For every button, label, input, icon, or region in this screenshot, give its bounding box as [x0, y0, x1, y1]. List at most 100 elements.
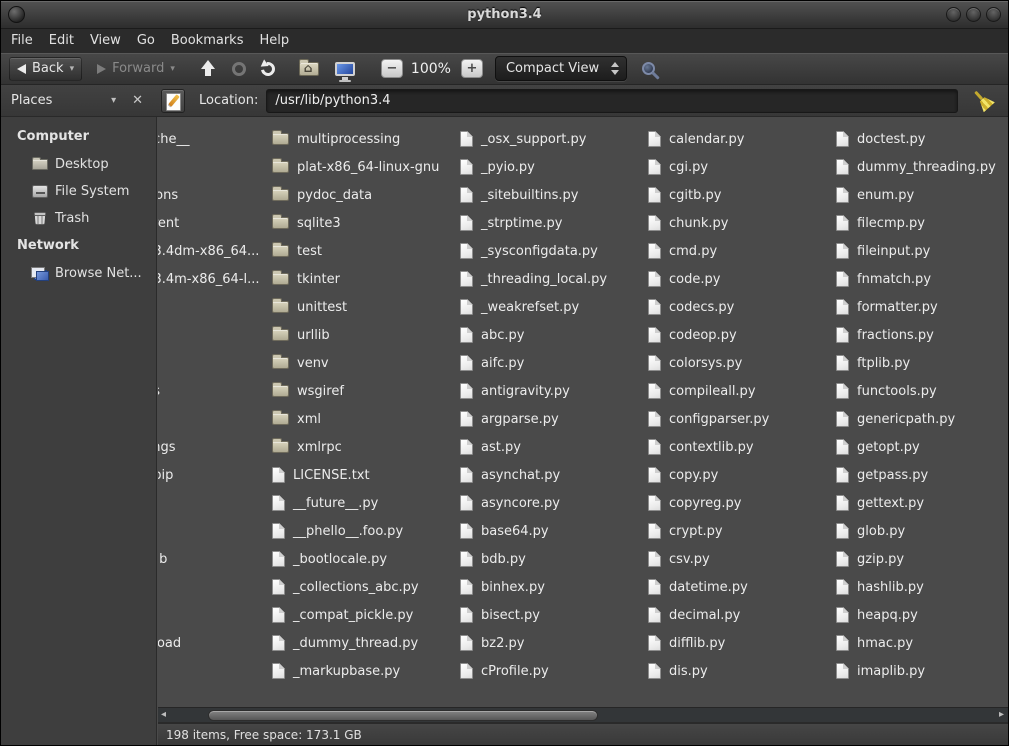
file-item[interactable]: bisect.py: [460, 601, 650, 629]
file-item[interactable]: argparse.py: [460, 405, 650, 433]
file-item[interactable]: xmlrpc: [272, 433, 462, 461]
file-item[interactable]: lib-dynload: [158, 629, 274, 657]
file-item[interactable]: _bootlocale.py: [272, 545, 462, 573]
file-item[interactable]: LICENSE.txt: [272, 461, 462, 489]
sidebar-item-trash[interactable]: Trash: [1, 205, 156, 232]
file-item[interactable]: getpass.py: [836, 461, 1008, 489]
file-item[interactable]: genericpath.py: [836, 405, 1008, 433]
file-item[interactable]: plat-x86_64-linux-gnu: [272, 153, 462, 181]
file-item[interactable]: copy.py: [648, 461, 838, 489]
file-item[interactable]: __pycache__: [158, 125, 274, 153]
file-item[interactable]: abc.py: [460, 321, 650, 349]
file-item[interactable]: _sitebuiltins.py: [460, 181, 650, 209]
file-item[interactable]: hashlib.py: [836, 573, 1008, 601]
file-item[interactable]: functools.py: [836, 377, 1008, 405]
computer-button[interactable]: [335, 62, 355, 76]
spinner-icon[interactable]: [611, 62, 619, 75]
edit-location-button[interactable]: [161, 89, 185, 113]
file-item[interactable]: heapq.py: [836, 601, 1008, 629]
menu-go[interactable]: Go: [129, 29, 163, 53]
minimize-button[interactable]: [946, 7, 961, 22]
file-item[interactable]: ast.py: [460, 433, 650, 461]
file-item[interactable]: venv: [272, 349, 462, 377]
file-item[interactable]: ensurepip: [158, 461, 274, 489]
file-item[interactable]: _threading_local.py: [460, 265, 650, 293]
sidebar-item-file-system[interactable]: File System: [1, 178, 156, 205]
file-item[interactable]: filecmp.py: [836, 209, 1008, 237]
file-item[interactable]: datetime.py: [648, 573, 838, 601]
menu-file[interactable]: File: [3, 29, 41, 53]
file-item[interactable]: __phello__.foo.py: [272, 517, 462, 545]
stop-button[interactable]: [232, 62, 246, 76]
file-item[interactable]: _weakrefset.py: [460, 293, 650, 321]
file-item[interactable]: copyreg.py: [648, 489, 838, 517]
maximize-button[interactable]: [966, 7, 981, 22]
file-item[interactable]: dbm: [158, 349, 274, 377]
file-item[interactable]: pydoc_data: [272, 181, 462, 209]
file-item[interactable]: cgitb.py: [648, 181, 838, 209]
file-item[interactable]: colorsys.py: [648, 349, 838, 377]
menu-view[interactable]: View: [82, 29, 129, 53]
file-item[interactable]: importlib: [158, 545, 274, 573]
forward-button[interactable]: Forward ▾: [90, 57, 182, 81]
file-item[interactable]: contextlib.py: [648, 433, 838, 461]
zoom-out-button[interactable]: −: [381, 59, 403, 78]
file-item[interactable]: lib2to3: [158, 601, 274, 629]
file-item[interactable]: logging: [158, 657, 274, 685]
file-item[interactable]: _compat_pickle.py: [272, 601, 462, 629]
file-item[interactable]: gzip.py: [836, 545, 1008, 573]
file-item[interactable]: difflib.py: [648, 629, 838, 657]
places-close-icon[interactable]: ✕: [132, 93, 143, 108]
file-item[interactable]: json: [158, 573, 274, 601]
view-mode-dropdown[interactable]: Compact View: [495, 56, 627, 81]
file-item[interactable]: multiprocessing: [272, 125, 462, 153]
clear-location-icon[interactable]: [965, 82, 1002, 119]
file-item[interactable]: tkinter: [272, 265, 462, 293]
file-item[interactable]: _dummy_thread.py: [272, 629, 462, 657]
file-item[interactable]: codeop.py: [648, 321, 838, 349]
file-item[interactable]: _markupbase.py: [272, 657, 462, 685]
file-item[interactable]: _collections_abc.py: [272, 573, 462, 601]
file-item[interactable]: aifc.py: [460, 349, 650, 377]
scrollbar-thumb[interactable]: [208, 710, 598, 721]
scroll-right-icon[interactable]: ▸: [999, 708, 1004, 722]
file-item[interactable]: hmac.py: [836, 629, 1008, 657]
file-item[interactable]: doctest.py: [836, 125, 1008, 153]
file-item[interactable]: bdb.py: [460, 545, 650, 573]
file-item[interactable]: _sysconfigdata.py: [460, 237, 650, 265]
file-item[interactable]: concurrent: [158, 209, 274, 237]
up-button[interactable]: [198, 59, 218, 79]
close-button[interactable]: [986, 7, 1001, 22]
file-item[interactable]: cProfile.py: [460, 657, 650, 685]
file-item[interactable]: decimal.py: [648, 601, 838, 629]
search-icon[interactable]: [642, 62, 655, 75]
places-dropdown-icon[interactable]: ▾: [111, 95, 116, 106]
sidebar-item-desktop[interactable]: Desktop: [1, 151, 156, 178]
file-item[interactable]: html: [158, 489, 274, 517]
file-item[interactable]: _osx_support.py: [460, 125, 650, 153]
file-item[interactable]: urllib: [272, 321, 462, 349]
file-item[interactable]: imaplib.py: [836, 657, 1008, 685]
back-button[interactable]: Back ▾: [9, 57, 82, 81]
file-item[interactable]: code.py: [648, 265, 838, 293]
file-item[interactable]: dis.py: [648, 657, 838, 685]
file-item[interactable]: asyncio: [158, 153, 274, 181]
file-item[interactable]: bz2.py: [460, 629, 650, 657]
menu-help[interactable]: Help: [251, 29, 297, 53]
file-item[interactable]: fileinput.py: [836, 237, 1008, 265]
file-item[interactable]: asynchat.py: [460, 461, 650, 489]
file-item[interactable]: formatter.py: [836, 293, 1008, 321]
file-item[interactable]: ctypes: [158, 293, 274, 321]
file-item[interactable]: binhex.py: [460, 573, 650, 601]
menu-edit[interactable]: Edit: [41, 29, 82, 53]
file-item[interactable]: crypt.py: [648, 517, 838, 545]
file-item[interactable]: encodings: [158, 433, 274, 461]
file-item[interactable]: configparser.py: [648, 405, 838, 433]
file-item[interactable]: wsgiref: [272, 377, 462, 405]
file-item[interactable]: enum.py: [836, 181, 1008, 209]
file-item[interactable]: base64.py: [460, 517, 650, 545]
file-item[interactable]: compileall.py: [648, 377, 838, 405]
file-item[interactable]: fractions.py: [836, 321, 1008, 349]
menu-bookmarks[interactable]: Bookmarks: [163, 29, 252, 53]
file-item[interactable]: fnmatch.py: [836, 265, 1008, 293]
